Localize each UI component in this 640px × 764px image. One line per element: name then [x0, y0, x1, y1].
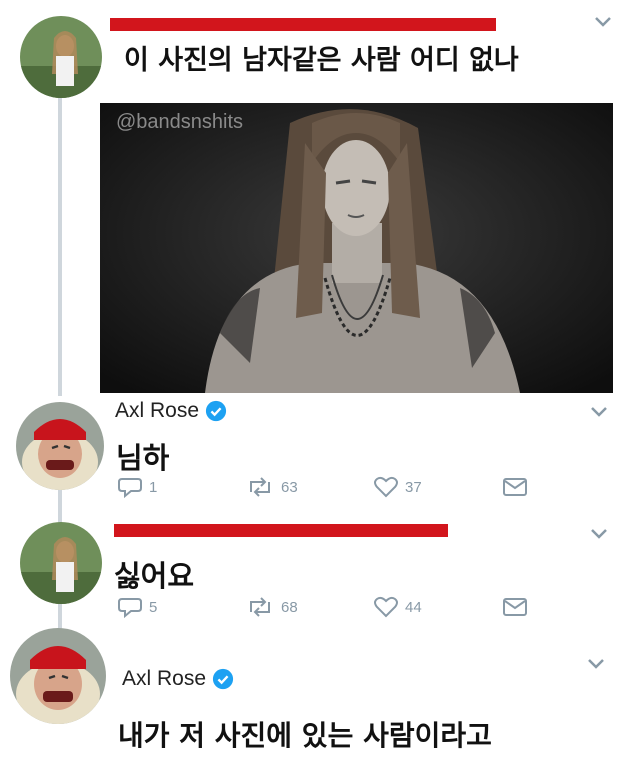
chevron-down-icon[interactable] [588, 404, 610, 420]
message-icon [503, 598, 527, 616]
retweet-icon [250, 477, 270, 497]
retweet-button[interactable]: 68 [245, 596, 298, 618]
message-icon [503, 478, 527, 496]
chevron-down-icon[interactable] [585, 656, 607, 672]
message-button[interactable] [502, 476, 528, 498]
retweet-icon [250, 597, 270, 617]
like-count: 44 [405, 598, 422, 616]
verified-badge-icon [205, 400, 227, 422]
reply-count: 1 [149, 478, 158, 496]
redacted-name [110, 18, 496, 31]
tweet-text: 내가 저 사진에 있는 사람이라고 [118, 719, 492, 752]
retweet-count: 68 [281, 598, 298, 616]
thread-line [58, 600, 62, 630]
avatar[interactable] [16, 402, 104, 490]
thread-line [58, 96, 62, 396]
author-name[interactable]: Axl Rose [115, 399, 227, 423]
retweet-button[interactable]: 63 [245, 476, 298, 498]
reply-button[interactable]: 1 [117, 476, 157, 498]
verified-badge-icon [212, 668, 234, 690]
retweet-count: 63 [281, 478, 298, 496]
reply-icon [118, 478, 142, 498]
tweet-actions: 1 63 37 [117, 476, 547, 498]
avatar[interactable] [20, 16, 102, 98]
like-button[interactable]: 37 [373, 476, 422, 498]
author-name[interactable]: Axl Rose [122, 667, 234, 691]
tweet-text: 님하 [116, 441, 170, 475]
thread-line [58, 490, 62, 525]
tweet-actions: 5 68 44 [117, 596, 547, 618]
avatar[interactable] [20, 522, 102, 604]
like-icon [374, 476, 398, 498]
tweet-text: 싫어요 [114, 559, 195, 593]
chevron-down-icon[interactable] [588, 526, 610, 542]
photo-watermark: @bandsnshits [116, 111, 244, 133]
redacted-name [114, 524, 448, 537]
author-name-label: Axl Rose [122, 667, 207, 690]
like-button[interactable]: 44 [373, 596, 422, 618]
reply-count: 5 [149, 598, 158, 616]
author-name-label: Axl Rose [115, 399, 200, 422]
chevron-down-icon[interactable] [592, 14, 614, 30]
tweet-text: 이 사진의 남자같은 사람 어디 없나 [124, 45, 519, 76]
reply-icon [118, 598, 142, 618]
tweet-photo[interactable]: @bandsnshits [100, 103, 613, 393]
reply-button[interactable]: 5 [117, 596, 157, 618]
message-button[interactable] [502, 596, 528, 618]
like-count: 37 [405, 478, 422, 496]
avatar[interactable] [10, 628, 106, 724]
like-icon [374, 596, 398, 618]
